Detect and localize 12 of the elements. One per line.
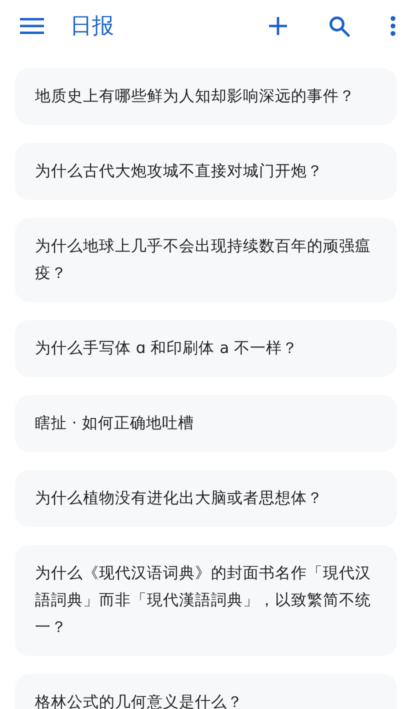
search-icon [329, 16, 350, 36]
plus-icon [269, 17, 287, 35]
menu-icon [20, 17, 44, 35]
story-card[interactable]: 为什么古代大炮攻城不直接对城门开炮？ [15, 143, 397, 200]
app-title: 日报 [70, 13, 115, 41]
story-card[interactable]: 为什么植物没有进化出大脑或者思想体？ [15, 470, 397, 527]
story-card[interactable]: 为什么《现代汉语词典》的封面书名作「現代汉語詞典」而非「現代漢語詞典」，以致繁简不统一？ [15, 545, 397, 656]
story-card[interactable]: 为什么手写体 ɑ 和印刷体 a 不一样？ [15, 320, 397, 377]
story-card[interactable]: 为什么地球上几乎不会出现持续数百年的顽强瘟疫？ [15, 218, 397, 302]
story-card[interactable]: 瞎扯 · 如何正确地吐槽 [15, 395, 397, 452]
story-card[interactable]: 地质史上有哪些鲜为人知却影响深远的事件？ [15, 68, 397, 125]
more-icon [390, 16, 396, 36]
